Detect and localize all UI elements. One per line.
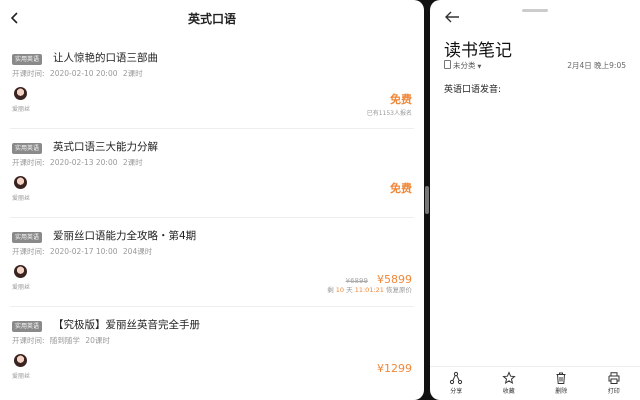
- split-view-divider-handle[interactable]: [425, 186, 429, 214]
- price-row: ¥1299: [377, 357, 412, 376]
- course-datetime: 2020-02-10 20:00: [49, 69, 118, 78]
- course-lessons: 2课时: [122, 158, 143, 167]
- course-item[interactable]: 实用英语 【究极版】爱丽丝英音完全手册 开课时间: 随到随学 20课时 爱丽丝 …: [10, 307, 414, 395]
- countdown-suffix: 恢复原价: [386, 286, 412, 294]
- course-title: 【究极版】爱丽丝英音完全手册: [53, 319, 200, 331]
- course-time-label: 开课时间:: [12, 158, 45, 167]
- course-title: 英式口语三大能力分解: [53, 141, 158, 153]
- printer-icon: [608, 372, 620, 384]
- note-title[interactable]: 读书笔记: [444, 36, 512, 61]
- print-label: 打印: [607, 388, 620, 395]
- countdown-prefix: 剩: [327, 286, 334, 294]
- caret-down-icon: ▼: [477, 64, 482, 70]
- course-tag: 实用英语: [12, 321, 43, 332]
- countdown-days: 10: [335, 286, 345, 294]
- drag-handle[interactable]: [522, 9, 548, 12]
- share-label: 分享: [450, 388, 463, 395]
- trash-icon: [556, 372, 566, 384]
- star-icon: [502, 371, 516, 385]
- note-meta: 未分类 ▼ 2月4日 晚上9:05: [444, 60, 626, 72]
- folder-icon: [444, 60, 451, 69]
- teacher-name: 爱丽丝: [12, 195, 31, 202]
- course-meta: 开课时间: 随到随学 20课时: [12, 335, 113, 346]
- course-lessons: 204课时: [122, 247, 153, 256]
- course-price: 免费: [390, 182, 412, 195]
- course-list-header: 英式口语: [0, 0, 424, 36]
- course-meta: 开课时间: 2020-02-17 10:00 204课时: [12, 246, 155, 257]
- delete-label: 删除: [555, 388, 568, 395]
- note-date: 2月4日 晚上9:05: [567, 61, 626, 70]
- teacher-name: 爱丽丝: [12, 106, 31, 113]
- course-time-label: 开课时间:: [12, 336, 45, 345]
- course-item[interactable]: 实用英语 让人惊艳的口语三部曲 开课时间: 2020-02-10 20:00 2…: [10, 40, 414, 129]
- teacher-avatar: [14, 265, 27, 278]
- teacher-name: 爱丽丝: [12, 284, 31, 291]
- favorite-label: 收藏: [502, 388, 515, 395]
- course-list-pane: 英式口语 实用英语 让人惊艳的口语三部曲 开课时间: 2020-02-10 20…: [0, 0, 424, 400]
- course-tag: 实用英语: [12, 54, 43, 65]
- note-pane: 读书笔记 未分类 ▼ 2月4日 晚上9:05 英语口语发音: 分享 收藏 删除 …: [430, 0, 640, 400]
- note-body[interactable]: 英语口语发音:: [444, 82, 501, 95]
- course-meta: 开课时间: 2020-02-10 20:00 2课时: [12, 68, 146, 79]
- course-time-label: 开课时间:: [12, 247, 45, 256]
- course-time-label: 开课时间:: [12, 69, 45, 78]
- note-toolbar: 分享 收藏 删除 打印: [430, 366, 640, 400]
- course-datetime: 2020-02-13 20:00: [49, 158, 118, 167]
- teacher-name: 爱丽丝: [12, 373, 31, 380]
- back-arrow-icon[interactable]: [444, 10, 460, 24]
- course-list: 实用英语 让人惊艳的口语三部曲 开课时间: 2020-02-10 20:00 2…: [0, 40, 424, 395]
- share-icon: [450, 371, 463, 385]
- discount-countdown: 剩 10 天 11:01:21 恢复原价: [327, 284, 412, 294]
- countdown-time: 11:01:21: [354, 286, 384, 294]
- course-datetime: 2020-02-17 10:00: [49, 247, 118, 256]
- print-button[interactable]: 打印: [594, 371, 634, 395]
- course-title: 爱丽丝口语能力全攻略・第4期: [53, 230, 197, 242]
- favorite-button[interactable]: 收藏: [489, 371, 529, 395]
- course-datetime: 随到随学: [49, 336, 80, 345]
- course-item[interactable]: 实用英语 爱丽丝口语能力全攻略・第4期 开课时间: 2020-02-17 10:…: [10, 218, 414, 307]
- enrolled-count: 已有1153人报名: [366, 110, 412, 117]
- teacher-avatar: [14, 354, 27, 367]
- course-tag: 实用英语: [12, 232, 43, 243]
- teacher-avatar: [14, 87, 27, 100]
- course-lessons: 2课时: [122, 69, 143, 78]
- course-tag: 实用英语: [12, 143, 43, 154]
- category-selector[interactable]: 未分类 ▼: [444, 60, 481, 71]
- page-title: 英式口语: [187, 12, 236, 26]
- course-price: ¥1299: [377, 362, 412, 375]
- category-label: 未分类: [453, 61, 476, 70]
- course-title: 让人惊艳的口语三部曲: [53, 52, 158, 64]
- delete-button[interactable]: 删除: [541, 371, 581, 395]
- course-meta: 开课时间: 2020-02-13 20:00 2课时: [12, 157, 146, 168]
- course-item[interactable]: 实用英语 英式口语三大能力分解 开课时间: 2020-02-13 20:00 2…: [10, 129, 414, 218]
- course-price: 免费: [390, 93, 412, 106]
- course-lessons: 20课时: [85, 336, 110, 345]
- share-button[interactable]: 分享: [436, 371, 476, 395]
- countdown-days-unit: 天: [346, 286, 353, 294]
- teacher-avatar: [14, 176, 27, 189]
